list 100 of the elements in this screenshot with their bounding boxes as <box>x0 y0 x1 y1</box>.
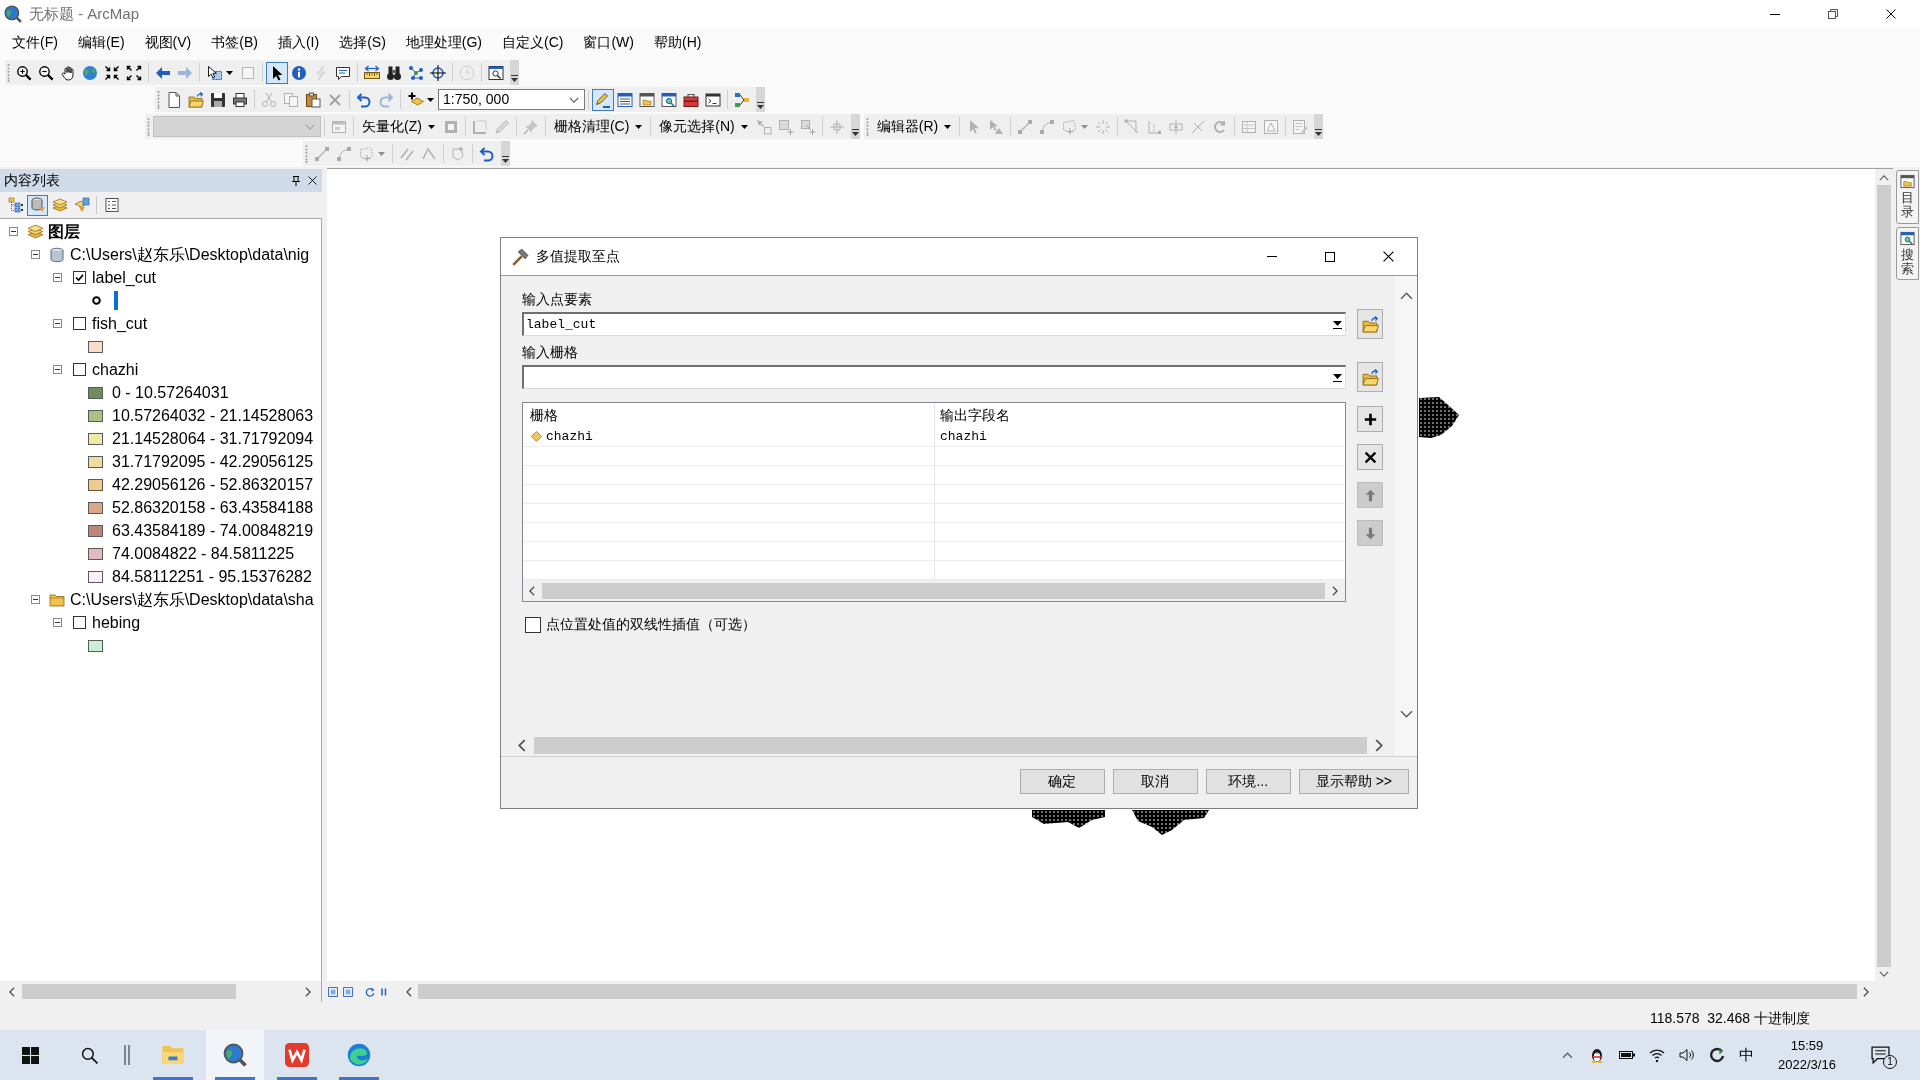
toolbar-menu[interactable]: 像元选择(N) <box>654 115 753 138</box>
menu-item[interactable]: 视图(V) <box>134 29 202 55</box>
legend-label[interactable]: 31.71792095 - 42.29056125 <box>111 449 315 474</box>
dock-tab[interactable]: 搜索 <box>1896 226 1919 281</box>
checkbox[interactable] <box>73 271 86 284</box>
chevron-down-icon[interactable] <box>1399 710 1413 718</box>
legend-label[interactable]: 52.86320158 - 63.43584188 <box>111 495 315 520</box>
checkbox[interactable] <box>73 317 86 330</box>
chevron-right-icon[interactable] <box>305 986 311 997</box>
dialog-button[interactable]: 确定 <box>1019 769 1105 794</box>
layer-name[interactable]: hebing <box>92 610 141 635</box>
dialog-button[interactable]: 取消 <box>1112 769 1198 794</box>
legend-label[interactable]: 42.29056126 - 52.86320157 <box>111 472 315 497</box>
framed-square-icon[interactable] <box>343 986 353 997</box>
grip-icon[interactable] <box>157 90 160 109</box>
layer-name[interactable]: label_cut <box>92 265 157 290</box>
layer-name[interactable]: chazhi <box>92 357 139 382</box>
chevron-right-icon[interactable] <box>1375 739 1383 752</box>
collapse-icon[interactable] <box>53 618 62 627</box>
workspace-path[interactable]: C:\Users\赵东乐\Desktop\data\nig <box>70 242 310 267</box>
dropdown-field[interactable]: label_cut <box>522 312 1346 336</box>
menu-item[interactable]: 帮助(H) <box>644 29 712 55</box>
chevron-left-icon[interactable] <box>518 739 526 752</box>
list-by-tab[interactable] <box>27 194 48 216</box>
collapse-icon[interactable] <box>31 595 40 604</box>
chevron-left-icon[interactable] <box>529 585 535 596</box>
scroll-thumb[interactable] <box>22 984 236 999</box>
legend-label[interactable]: 21.14528064 - 31.71792094 <box>111 426 315 451</box>
grip-icon[interactable] <box>865 117 869 136</box>
chevron-up-icon[interactable] <box>1561 1051 1573 1059</box>
collapse-icon[interactable] <box>31 250 40 259</box>
notification-button[interactable]: 1 <box>1854 1030 1906 1080</box>
collapse-icon[interactable] <box>53 273 62 282</box>
browse-button[interactable] <box>1357 309 1383 339</box>
chevron-left-icon[interactable] <box>406 986 412 997</box>
menu-item[interactable]: 自定义(C) <box>492 29 574 55</box>
scroll-thumb[interactable] <box>542 582 1325 599</box>
scroll-thumb[interactable] <box>1877 185 1891 967</box>
collapse-icon[interactable] <box>9 227 18 236</box>
checkbox[interactable] <box>525 616 541 633</box>
remove-row-button[interactable] <box>1357 444 1383 470</box>
chevron-up-icon[interactable] <box>1399 292 1413 300</box>
chevron-left-icon[interactable] <box>9 986 15 997</box>
grip-icon[interactable] <box>147 117 150 136</box>
collapse-icon[interactable] <box>53 319 62 328</box>
checkbox[interactable] <box>73 616 86 629</box>
pause-icon[interactable] <box>380 986 388 997</box>
scroll-thumb[interactable] <box>534 737 1367 754</box>
dialog-button[interactable]: 环境... <box>1205 769 1291 794</box>
menu-item[interactable]: 地理处理(G) <box>395 29 492 55</box>
dock-tab[interactable]: 目录 <box>1896 170 1919 224</box>
toolbar-overflow-button[interactable] <box>510 60 519 85</box>
legend-label[interactable]: 10.57264032 - 21.14528063 <box>111 403 315 428</box>
column-header[interactable]: 栅格 <box>530 404 558 426</box>
column-header[interactable]: 输出字段名 <box>940 404 1010 426</box>
grip-icon[interactable] <box>305 144 308 163</box>
add-row-button[interactable] <box>1357 406 1383 432</box>
chevron-down-icon[interactable] <box>1879 971 1889 977</box>
chevron-right-icon[interactable] <box>1332 585 1338 596</box>
list-by-tab[interactable] <box>5 194 26 216</box>
grip-icon[interactable] <box>7 63 10 82</box>
close-icon[interactable] <box>308 176 317 185</box>
checkbox-label[interactable]: 点位置处值的双线性插值（可选） <box>546 614 756 635</box>
dropdown-field[interactable]: 1:750, 000 <box>438 89 585 110</box>
chevron-up-icon[interactable] <box>1879 175 1889 181</box>
legend-label[interactable]: 0 - 10.57264031 <box>111 380 230 405</box>
framed-square-icon[interactable] <box>328 986 338 997</box>
wifi-icon[interactable] <box>1649 1047 1665 1063</box>
menu-item[interactable]: 书签(B) <box>201 29 268 55</box>
toolbar-menu[interactable]: 矢量化(Z) <box>357 115 440 138</box>
penguin-icon[interactable] <box>1589 1047 1605 1063</box>
toolbar-overflow-button[interactable] <box>756 87 765 112</box>
refresh-icon[interactable] <box>365 986 375 997</box>
legend-label[interactable]: 63.43584189 - 74.00848219 <box>111 518 315 543</box>
collapse-icon[interactable] <box>53 365 62 374</box>
pin-icon[interactable] <box>292 175 300 186</box>
browse-button[interactable] <box>1357 362 1383 392</box>
clock-date[interactable]: 2022/3/16 <box>1778 1055 1836 1074</box>
checkbox[interactable] <box>73 363 86 376</box>
menu-item[interactable]: 文件(F) <box>2 29 68 55</box>
toolbar-overflow-button[interactable] <box>850 114 860 139</box>
workspace-path[interactable]: C:\Users\赵东乐\Desktop\data\sha <box>70 587 314 612</box>
menu-item[interactable]: 编辑(E) <box>67 29 135 55</box>
toolbar-menu[interactable]: 编辑器(R) <box>871 115 957 138</box>
scroll-thumb[interactable] <box>418 984 1857 999</box>
toolbar-overflow-button[interactable] <box>1314 114 1324 139</box>
toolbar-menu[interactable]: 栅格清理(C) <box>548 115 648 138</box>
legend-label[interactable]: 74.0084822 - 84.5811225 <box>111 541 296 566</box>
dropdown-field[interactable] <box>522 365 1346 389</box>
chevron-right-icon[interactable] <box>1863 986 1869 997</box>
volume-icon[interactable] <box>1679 1047 1695 1063</box>
menu-item[interactable]: 插入(I) <box>267 29 330 55</box>
toolbar-overflow-button[interactable] <box>501 141 510 166</box>
layer-name[interactable]: fish_cut <box>92 311 148 336</box>
toolbar-button[interactable] <box>266 61 288 84</box>
clock-time[interactable]: 15:59 <box>1790 1036 1824 1055</box>
layer-group-name[interactable]: 图层 <box>48 219 80 244</box>
taskbar-app-button[interactable] <box>206 1030 264 1080</box>
menu-item[interactable]: 选择(S) <box>329 29 396 55</box>
input-method-indicator[interactable]: 中 <box>1732 1043 1760 1067</box>
